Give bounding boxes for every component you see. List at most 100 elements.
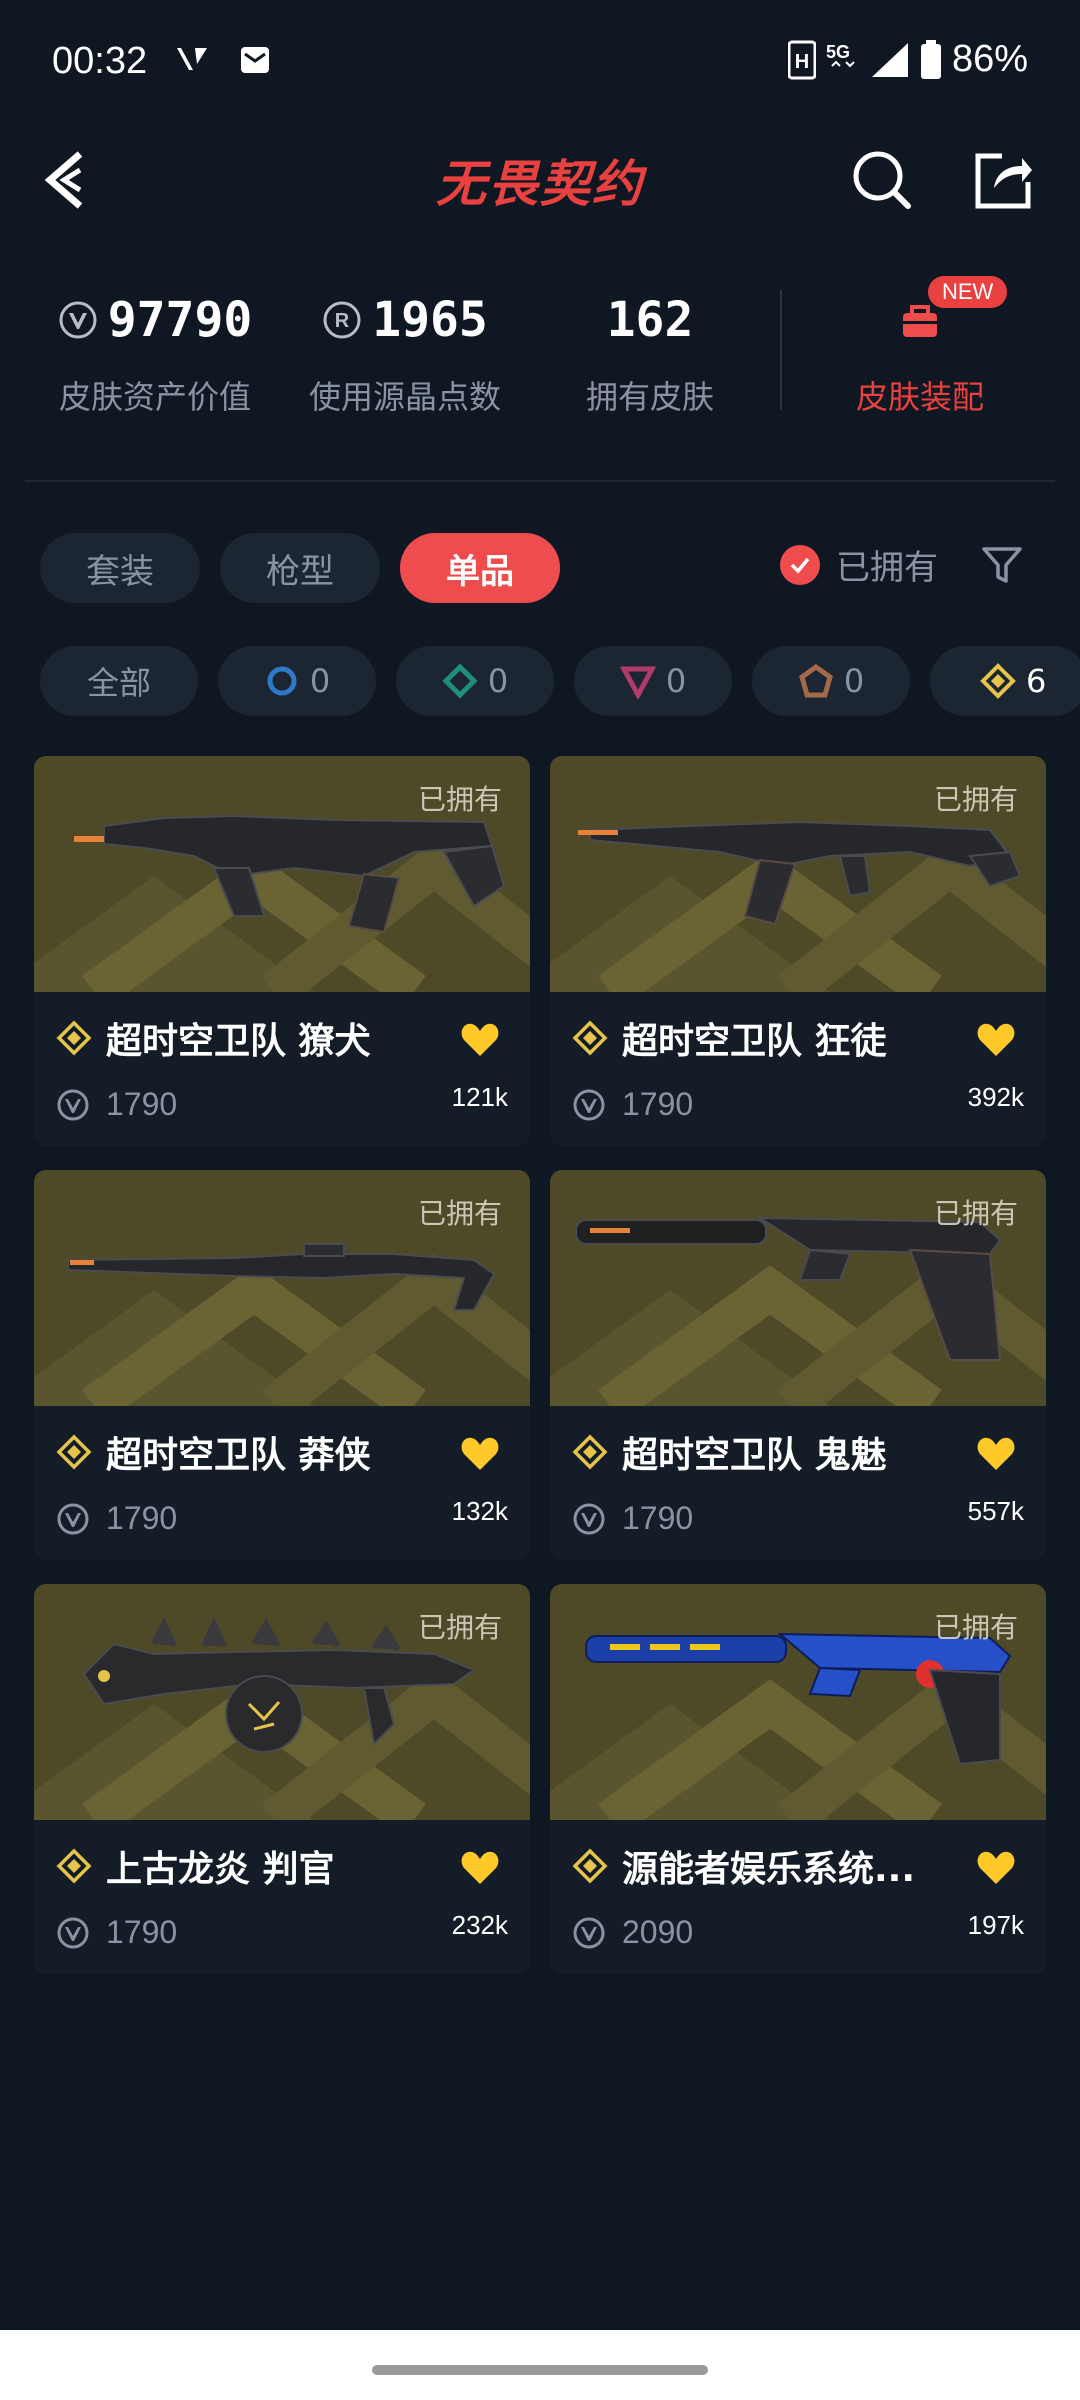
skin-card[interactable]: 已拥有 上古龙炎 判官 1790 232k — [34, 1584, 530, 1974]
asset-value-label: 皮肤资产价值 — [58, 378, 251, 416]
heart-icon[interactable] — [460, 1850, 500, 1886]
network-5g-icon: 5G — [826, 42, 855, 67]
hd-icon: H — [787, 40, 816, 79]
chip-select-tier[interactable]: 0 — [218, 646, 376, 716]
owned-skins-count: 162 — [606, 292, 694, 348]
exclusive-tier-icon — [798, 663, 833, 698]
vp-currency-icon — [573, 1503, 605, 1534]
like-count: 197k — [967, 1910, 1024, 1940]
tab-single-items[interactable]: 单品 — [400, 533, 560, 603]
like-count: 392k — [967, 1082, 1024, 1112]
heart-icon[interactable] — [460, 1436, 500, 1472]
ultra-tier-icon — [56, 1434, 92, 1470]
share-icon[interactable] — [972, 148, 1036, 212]
vp-currency-icon — [57, 1917, 89, 1948]
ultra-tier-icon — [56, 1020, 92, 1056]
like-count: 232k — [451, 1910, 508, 1940]
radianite-icon: R — [323, 301, 361, 339]
chip-count: 0 — [843, 662, 865, 700]
skin-price: 1790 — [106, 1086, 178, 1122]
vp-currency-icon — [57, 1503, 89, 1534]
chip-exclusive-tier[interactable]: 0 — [752, 646, 910, 716]
skin-price: 1790 — [106, 1500, 178, 1536]
radianite-label: 使用源晶点数 — [308, 378, 501, 416]
skin-image: 已拥有 — [34, 756, 530, 992]
svg-text:5G: 5G — [826, 42, 850, 62]
skin-price: 1790 — [622, 1086, 694, 1122]
chip-premium-tier[interactable]: 0 — [574, 646, 732, 716]
owned-skins-label: 拥有皮肤 — [585, 378, 714, 416]
status-time: 00:32 — [52, 40, 148, 82]
chip-count: 6 — [1026, 662, 1047, 700]
skin-card[interactable]: 已拥有 超时空卫队 獠犬 1790 121k — [34, 756, 530, 1146]
skin-name: 超时空卫队 獠犬 — [106, 1021, 371, 1062]
owned-filter-toggle[interactable]: 已拥有 — [780, 540, 938, 589]
svg-text:H: H — [795, 51, 809, 73]
owned-label: 已拥有 — [933, 1197, 1018, 1230]
checkmark-icon — [780, 544, 820, 585]
category-tabs: 套装 枪型 单品 — [40, 533, 560, 603]
vp-currency-icon — [573, 1089, 605, 1120]
heart-icon[interactable] — [976, 1022, 1016, 1058]
chip-deluxe-tier[interactable]: 0 — [396, 646, 554, 716]
owned-label: 已拥有 — [417, 1197, 502, 1230]
chip-ultra-tier[interactable]: 6 — [930, 646, 1080, 716]
skin-image: 已拥有 — [550, 756, 1046, 992]
page-title: 无畏契约 — [436, 155, 644, 213]
vp-currency-icon — [57, 1089, 89, 1120]
search-icon[interactable] — [850, 148, 914, 212]
ultra-tier-icon — [572, 1434, 608, 1470]
stats-panel: 97790 皮肤资产价值 R 1965 使用源晶点数 162 拥有皮肤 皮肤装配 — [0, 270, 1080, 430]
valorant-notification-icon — [177, 48, 207, 70]
tab-weapon-types[interactable]: 枪型 — [220, 533, 380, 603]
asset-value-stat: 97790 皮肤资产价值 — [50, 290, 260, 418]
tab-bundles[interactable]: 套装 — [40, 533, 200, 603]
skin-name: 超时空卫队 莽侠 — [106, 1435, 371, 1476]
ultra-tier-icon — [572, 1020, 608, 1056]
stats-divider — [780, 290, 782, 410]
signal-icon — [871, 42, 908, 77]
skins-grid: 已拥有 超时空卫队 獠犬 1790 121k 已拥有 超时空卫队 狂徒 1790… — [34, 756, 1046, 1974]
ultra-tier-icon — [572, 1848, 608, 1884]
outfit-label: 皮肤装配 — [855, 378, 984, 416]
filter-icon[interactable] — [980, 543, 1024, 587]
svg-text:R: R — [335, 310, 350, 332]
heart-icon[interactable] — [976, 1436, 1016, 1472]
chip-all[interactable]: 全部 — [40, 646, 198, 716]
section-divider — [25, 480, 1055, 482]
skin-image: 已拥有 — [34, 1170, 530, 1406]
vp-currency-icon — [573, 1917, 605, 1948]
owned-filter-label: 已拥有 — [836, 548, 938, 588]
skin-card[interactable]: 已拥有 超时空卫队 鬼魅 1790 557k — [550, 1170, 1046, 1560]
asset-value: 97790 — [107, 292, 253, 348]
owned-label: 已拥有 — [417, 1611, 502, 1644]
status-bar: 00:32 H 5G 86% — [0, 0, 1080, 125]
skin-image: 已拥有 — [550, 1584, 1046, 1820]
skin-card[interactable]: 已拥有 超时空卫队 莽侠 1790 132k — [34, 1170, 530, 1560]
skin-price: 1790 — [106, 1914, 178, 1950]
skin-price: 1790 — [622, 1500, 694, 1536]
skin-image: 已拥有 — [34, 1584, 530, 1820]
skin-card[interactable]: 已拥有 源能者娱乐系统... 2090 197k — [550, 1584, 1046, 1974]
status-indicators: H 5G 86% — [787, 38, 1028, 81]
heart-icon[interactable] — [976, 1850, 1016, 1886]
skin-price: 2090 — [622, 1914, 694, 1950]
home-indicator[interactable] — [372, 2365, 708, 2375]
chip-count: 0 — [665, 662, 687, 700]
ultra-tier-icon — [56, 1848, 92, 1884]
radianite-points: 1965 — [372, 292, 488, 348]
skin-name: 上古龙炎 判官 — [106, 1849, 335, 1890]
radianite-stat: R 1965 使用源晶点数 — [300, 290, 510, 418]
like-count: 121k — [451, 1082, 508, 1112]
app-header: 无畏契约 — [0, 130, 1080, 230]
message-icon — [241, 47, 269, 73]
chip-count: 0 — [487, 662, 509, 700]
skin-outfit-button[interactable]: 皮肤装配 — [830, 290, 1010, 418]
skin-card[interactable]: 已拥有 超时空卫队 狂徒 1790 392k — [550, 756, 1046, 1146]
deluxe-tier-icon — [442, 663, 478, 699]
vp-currency-icon — [59, 301, 97, 339]
select-tier-icon — [267, 666, 297, 696]
owned-skins-stat: 162 拥有皮肤 — [560, 290, 740, 418]
like-count: 557k — [967, 1496, 1024, 1526]
heart-icon[interactable] — [460, 1022, 500, 1058]
